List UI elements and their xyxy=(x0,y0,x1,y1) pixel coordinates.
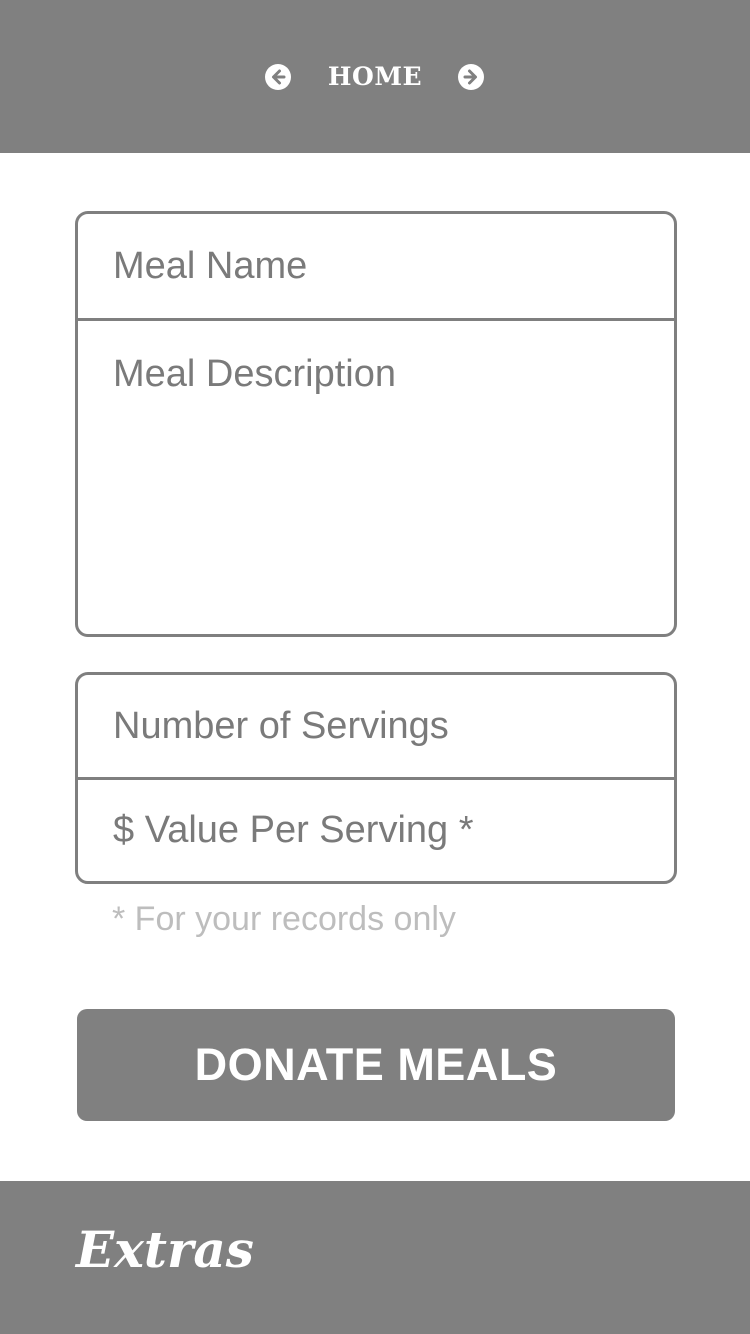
meal-description-input[interactable] xyxy=(78,321,674,634)
meal-name-input[interactable] xyxy=(78,214,674,318)
extras-logo: Extras xyxy=(76,1220,254,1279)
donate-meals-button[interactable]: DONATE MEALS xyxy=(77,1009,675,1121)
value-per-serving-input[interactable] xyxy=(78,780,674,881)
header-bar: HOME xyxy=(0,0,750,153)
servings-group xyxy=(75,672,677,884)
back-arrow-icon[interactable] xyxy=(265,64,291,90)
page: HOME * For your records only DONATE MEAL… xyxy=(0,0,750,1334)
forward-arrow-icon[interactable] xyxy=(458,64,484,90)
meal-details-group xyxy=(75,211,677,637)
number-of-servings-input[interactable] xyxy=(78,675,674,777)
page-title: HOME xyxy=(327,62,423,91)
records-note: * For your records only xyxy=(112,900,456,938)
